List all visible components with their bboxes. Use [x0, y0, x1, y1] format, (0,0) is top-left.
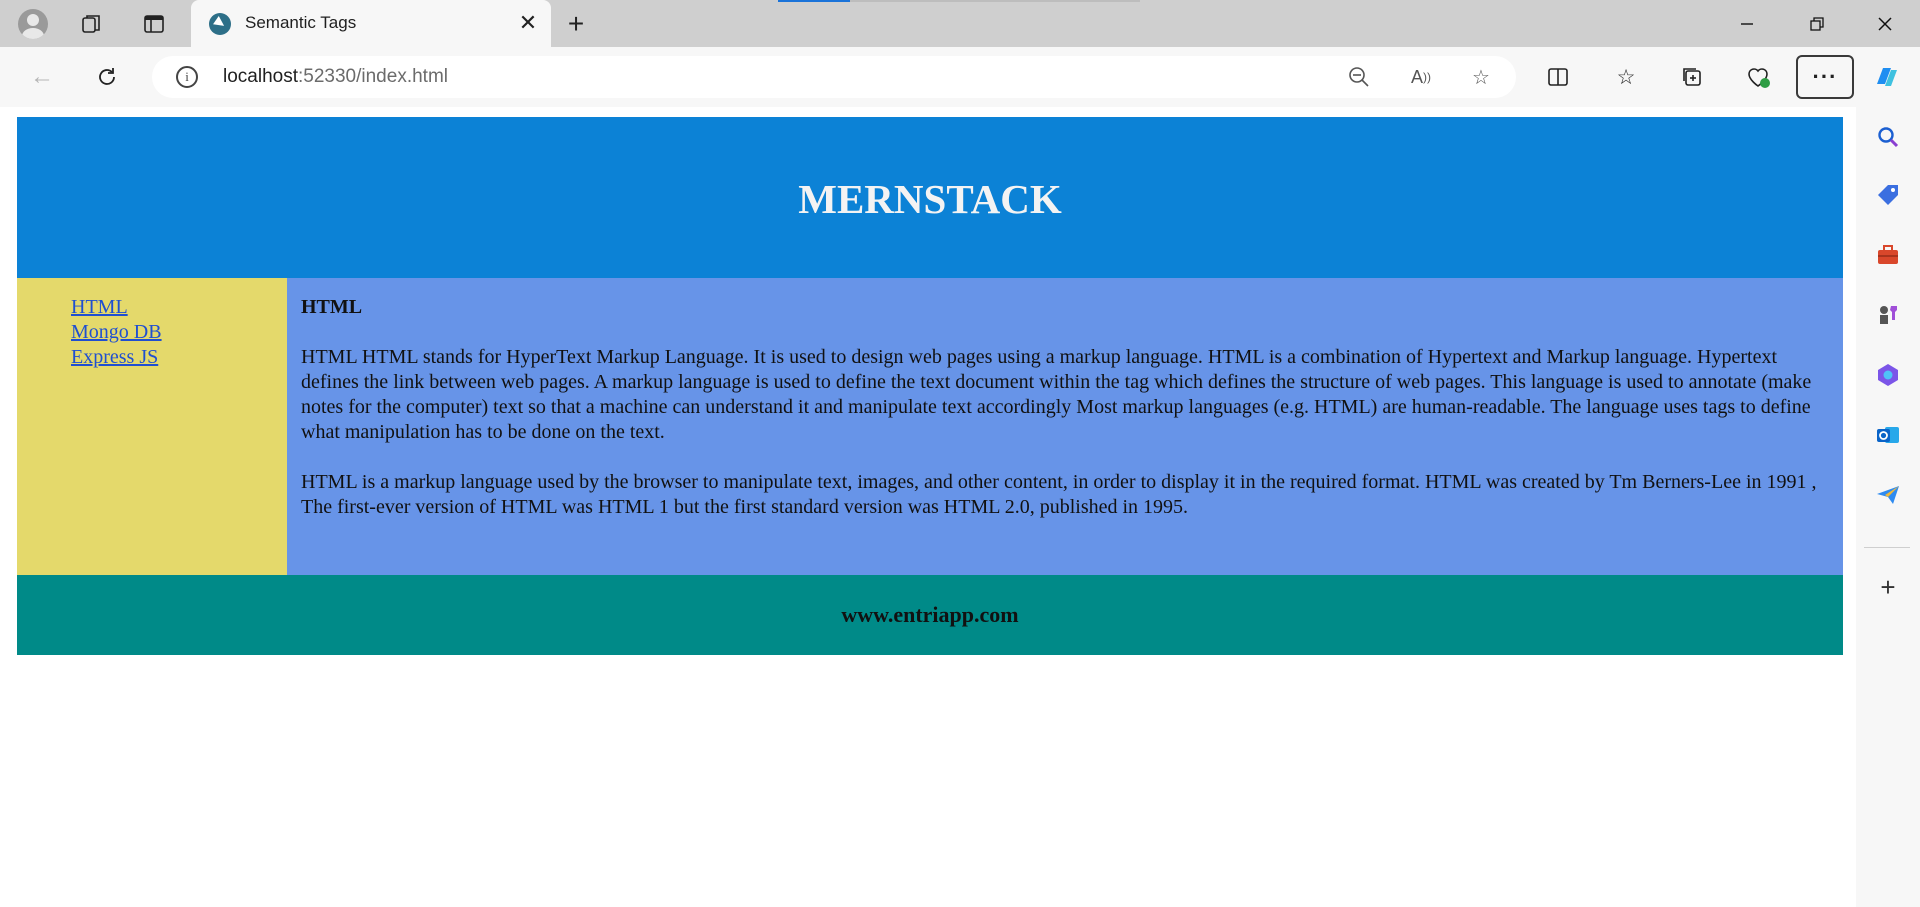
url-host: localhost [223, 66, 298, 87]
tab-title: Semantic Tags [245, 13, 357, 32]
nav-link-mongo-db[interactable]: Mongo DB [71, 321, 162, 343]
site-nav: HTML Mongo DB Express JS [17, 278, 287, 575]
sidebar-divider [1864, 547, 1910, 548]
address-bar[interactable]: i localhost:52330/index.html A)) ☆ [152, 56, 1516, 98]
games-chess-icon[interactable] [1872, 299, 1904, 331]
read-aloud-icon[interactable]: A)) [1406, 62, 1436, 92]
minimize-button[interactable] [1712, 0, 1782, 47]
site-title: MERNSTACK [798, 175, 1062, 222]
shopping-tag-icon[interactable] [1872, 179, 1904, 211]
favorite-star-icon[interactable]: ☆ [1466, 62, 1496, 92]
collections-icon[interactable] [1674, 59, 1710, 95]
add-sidebar-app-icon[interactable]: + [1872, 571, 1904, 603]
browser-essentials-icon[interactable] [1740, 59, 1776, 95]
main-paragraph: HTML is a markup language used by the br… [301, 471, 1817, 518]
favorites-icon[interactable]: ☆ [1608, 59, 1644, 95]
settings-more-button[interactable]: ··· [1796, 55, 1854, 99]
main-heading: HTML [301, 296, 363, 318]
tab-loading-indicator [778, 0, 1140, 2]
profile-avatar-icon [18, 9, 48, 39]
close-window-button[interactable] [1850, 0, 1920, 47]
main-paragraph: HTML HTML stands for HyperText Markup La… [301, 346, 1812, 443]
page-viewport: MERNSTACK HTML Mongo DB Express JS HTML … [6, 110, 1854, 907]
outlook-icon[interactable] [1872, 419, 1904, 451]
refresh-button[interactable] [89, 59, 125, 95]
browser-toolbar: ← i localhost:52330/index.html A)) ☆ ☆ ·… [0, 47, 1920, 107]
footer-text: www.entriapp.com [841, 602, 1019, 627]
zoom-out-icon[interactable] [1344, 62, 1374, 92]
site-info-icon[interactable]: i [176, 66, 198, 88]
restore-button[interactable] [1782, 0, 1852, 47]
nav-link-html[interactable]: HTML [71, 296, 128, 318]
send-drop-icon[interactable] [1872, 479, 1904, 511]
tools-briefcase-icon[interactable] [1872, 239, 1904, 271]
browser-titlebar: Semantic Tags ✕ + [0, 0, 1920, 47]
split-screen-icon[interactable] [1540, 59, 1576, 95]
nav-link-express-js[interactable]: Express JS [71, 346, 158, 368]
url-path: :52330/index.html [298, 66, 448, 87]
back-button[interactable]: ← [24, 59, 60, 95]
site-main: HTML HTML HTML stands for HyperText Mark… [287, 278, 1843, 575]
site-footer: www.entriapp.com [17, 575, 1843, 655]
copilot-icon[interactable] [1868, 59, 1904, 95]
page-favicon-icon [209, 13, 231, 35]
tab-semantic-tags[interactable]: Semantic Tags ✕ [191, 0, 551, 47]
site-header: MERNSTACK [17, 117, 1843, 278]
search-icon[interactable] [1872, 121, 1904, 153]
address-url[interactable]: localhost:52330/index.html [223, 66, 448, 88]
vertical-tabs-icon[interactable] [136, 6, 172, 42]
profile-button[interactable] [15, 6, 51, 42]
new-tab-button[interactable]: + [558, 6, 594, 42]
workspaces-icon[interactable] [74, 6, 110, 42]
microsoft-365-icon[interactable] [1872, 359, 1904, 391]
browser-sidebar: + [1856, 107, 1920, 907]
close-tab-icon[interactable]: ✕ [513, 8, 543, 38]
